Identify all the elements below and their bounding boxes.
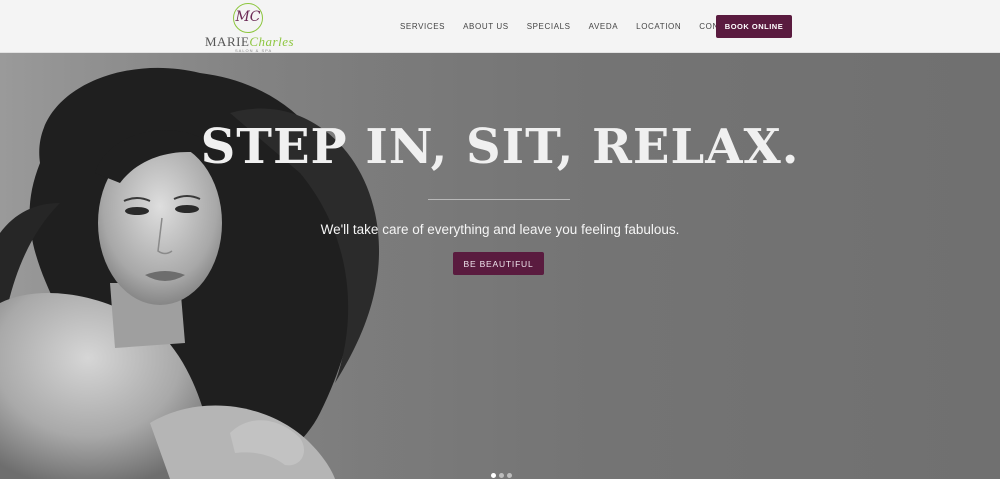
slider-dot-2[interactable] xyxy=(499,473,504,478)
logo-monogram: MC xyxy=(233,3,263,33)
main-nav: SERVICES ABOUT US SPECIALS AVEDA LOCATIO… xyxy=(400,0,760,53)
hero-divider xyxy=(428,199,570,200)
nav-specials[interactable]: SPECIALS xyxy=(527,22,571,31)
logo-name-first: MARIE xyxy=(205,34,250,49)
logo-tagline: SALON & SPA xyxy=(235,48,273,53)
nav-about-us[interactable]: ABOUT US xyxy=(463,22,509,31)
nav-aveda[interactable]: AVEDA xyxy=(589,22,619,31)
nav-location[interactable]: LOCATION xyxy=(636,22,681,31)
slider-pagination xyxy=(491,473,515,478)
site-header: MC MARIECharles SALON & SPA SERVICES ABO… xyxy=(0,0,1000,53)
slider-dot-3[interactable] xyxy=(507,473,512,478)
logo[interactable]: MC MARIECharles SALON & SPA xyxy=(205,3,295,53)
logo-name-second: Charles xyxy=(249,34,295,49)
hero-slider: STEP IN, SIT, RELAX. We'll take care of … xyxy=(0,53,1000,479)
nav-services[interactable]: SERVICES xyxy=(400,22,445,31)
hero-photo xyxy=(0,53,420,479)
hero-subheadline: We'll take care of everything and leave … xyxy=(320,222,680,237)
be-beautiful-button[interactable]: BE BEAUTIFUL xyxy=(453,252,544,275)
hero-headline: STEP IN, SIT, RELAX. xyxy=(200,119,800,175)
slider-dot-1[interactable] xyxy=(491,473,496,478)
book-online-button[interactable]: BOOK ONLINE xyxy=(716,15,792,38)
